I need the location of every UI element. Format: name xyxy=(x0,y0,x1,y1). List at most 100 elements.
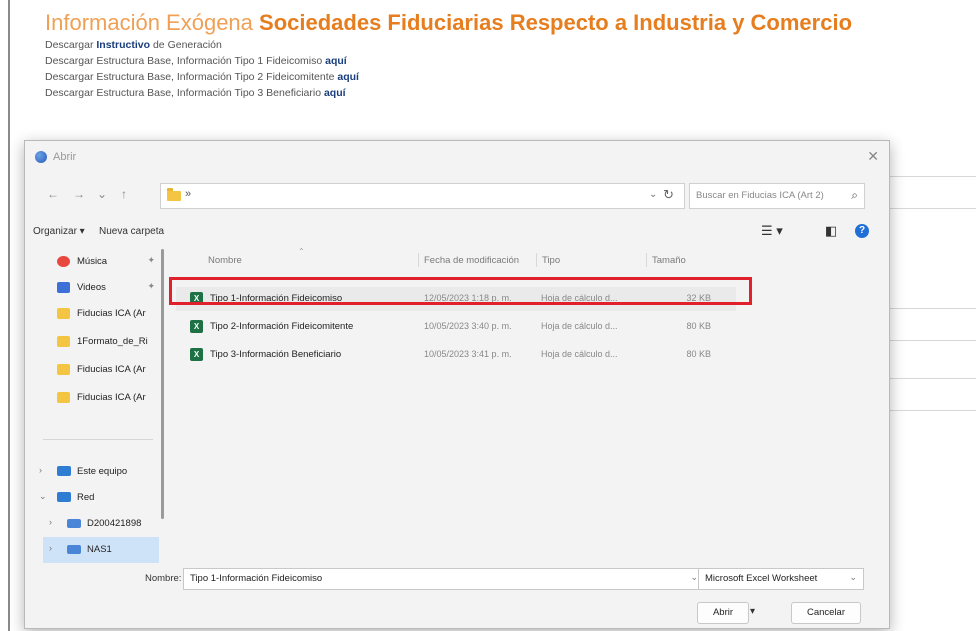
excel-file-icon: X xyxy=(190,320,203,333)
sidebar-scrollbar[interactable] xyxy=(159,249,167,559)
up-arrow-icon[interactable]: ↑ xyxy=(121,187,127,201)
sidebar-item-d200421898[interactable]: › D200421898 xyxy=(43,511,169,537)
download-text: Descargar Estructura Base, Información T… xyxy=(45,55,323,67)
network-drive-icon xyxy=(67,545,81,554)
filename-dropdown-icon[interactable]: ⌄ xyxy=(690,572,698,583)
divider xyxy=(418,253,419,267)
sidebar-item-label: Música xyxy=(77,256,108,267)
close-icon[interactable]: ✕ xyxy=(867,148,879,165)
filename-row: Nombre: Tipo 1-Información Fideicomiso ⌄… xyxy=(25,566,889,596)
download-tipo1-line: Descargar Estructura Base, Información T… xyxy=(45,54,852,68)
sidebar-item-folder[interactable]: Fiducias ICA (Ar xyxy=(33,301,159,327)
search-placeholder: Buscar en Fiducias ICA (Art 2) xyxy=(696,190,824,201)
divider xyxy=(646,253,647,267)
file-row-tipo2[interactable]: X Tipo 2-Información Fideicomitente 10/0… xyxy=(176,315,736,339)
sidebar-item-nas1[interactable]: › NAS1 xyxy=(43,537,159,563)
file-row-tipo3[interactable]: X Tipo 3-Información Beneficiario 10/05/… xyxy=(176,343,736,367)
sidebar-item-folder[interactable]: Fiducias ICA (Ar xyxy=(33,357,159,383)
file-date: 10/05/2023 3:41 p. m. xyxy=(424,349,512,359)
download-tipo1-link[interactable]: aquí xyxy=(325,55,347,67)
button-row: Abrir ▾ Cancelar xyxy=(25,596,889,624)
divider xyxy=(880,308,976,309)
browser-app-icon xyxy=(35,151,47,163)
divider xyxy=(880,378,976,379)
file-date: 10/05/2023 3:40 p. m. xyxy=(424,321,512,331)
sidebar-item-folder[interactable]: 1Formato_de_Ri xyxy=(33,329,159,355)
file-type: Hoja de cálculo d... xyxy=(541,349,618,359)
dialog-titlebar[interactable]: Abrir ✕ xyxy=(25,141,889,175)
music-icon xyxy=(57,256,70,267)
preview-pane-icon[interactable]: ◧ xyxy=(825,223,837,239)
sidebar-item-este-equipo[interactable]: › Este equipo xyxy=(33,459,159,485)
divider xyxy=(536,253,537,267)
search-icon: ⌕ xyxy=(851,188,858,202)
download-text: de Generación xyxy=(152,39,222,51)
page-title-bold: Sociedades Fiduciarias Respecto a Indust… xyxy=(259,10,853,35)
sidebar-item-red[interactable]: ⌄ Red xyxy=(33,485,159,511)
view-options-icon[interactable]: ☰ ▾ xyxy=(761,223,783,239)
page-left-border xyxy=(8,0,10,631)
breadcrumb-overflow-icon[interactable]: » xyxy=(185,188,191,200)
sidebar-item-label: Fiducias ICA (Ar xyxy=(77,364,146,375)
divider xyxy=(880,340,976,341)
filename-label: Nombre: xyxy=(145,573,182,584)
download-text: Descargar Estructura Base, Información T… xyxy=(45,71,335,83)
filename-value: Tipo 1-Información Fideicomiso xyxy=(190,573,323,584)
folder-icon xyxy=(57,308,70,319)
expand-chevron-icon[interactable]: › xyxy=(49,543,52,553)
download-text: Descargar xyxy=(45,39,94,51)
download-tipo3-link[interactable]: aquí xyxy=(324,87,346,99)
sidebar-item-folder[interactable]: Fiducias ICA (Ar xyxy=(33,385,159,411)
navigation-bar: ← → ⌄ ↑ » ⌄ ↻ Buscar en Fiducias ICA (Ar… xyxy=(25,181,889,211)
column-header-type[interactable]: Tipo xyxy=(542,255,560,266)
search-input[interactable]: Buscar en Fiducias ICA (Art 2) ⌕ xyxy=(689,183,865,209)
refresh-icon[interactable]: ↻ xyxy=(663,187,674,203)
back-arrow-icon[interactable]: ← xyxy=(47,187,59,201)
forward-arrow-icon[interactable]: → xyxy=(73,187,85,201)
file-name: Tipo 3-Información Beneficiario xyxy=(210,349,342,360)
recent-locations-chevron-icon[interactable]: ⌄ xyxy=(97,187,107,201)
expand-chevron-icon[interactable]: › xyxy=(39,465,42,475)
computer-icon xyxy=(57,466,71,476)
address-bar[interactable]: » ⌄ ↻ xyxy=(160,183,685,209)
expand-chevron-icon[interactable]: › xyxy=(49,517,52,527)
collapse-chevron-icon[interactable]: ⌄ xyxy=(39,491,47,502)
divider xyxy=(880,410,976,411)
file-size: 80 KB xyxy=(686,321,711,331)
file-type: Hoja de cálculo d... xyxy=(541,321,618,331)
sort-up-icon: ⌃ xyxy=(298,247,305,256)
divider xyxy=(43,439,153,440)
sidebar-item-label: Videos xyxy=(77,282,106,293)
excel-file-icon: X xyxy=(190,348,203,361)
column-header-name[interactable]: Nombre xyxy=(208,255,242,266)
download-tipo2-link[interactable]: aquí xyxy=(337,71,359,83)
open-split-dropdown-icon[interactable]: ▾ xyxy=(750,602,758,622)
red-highlight-box xyxy=(169,277,752,305)
filetype-select[interactable]: Microsoft Excel Worksheet ⌄ xyxy=(698,568,864,590)
video-icon xyxy=(57,282,70,293)
folder-icon xyxy=(167,188,181,201)
folder-icon xyxy=(57,336,70,347)
column-header-date[interactable]: Fecha de modificación xyxy=(424,255,519,266)
filename-input[interactable]: Tipo 1-Información Fideicomiso ⌄ xyxy=(183,568,705,590)
help-icon[interactable]: ? xyxy=(855,224,869,238)
new-folder-button[interactable]: Nueva carpeta xyxy=(99,226,164,237)
column-header-size[interactable]: Tamaño xyxy=(652,255,686,266)
sidebar-item-label: Red xyxy=(77,492,95,503)
download-instructivo-line: Descargar Instructivo de Generación xyxy=(45,38,852,52)
open-button[interactable]: Abrir xyxy=(697,602,749,624)
sidebar-item-musica[interactable]: Música ✦ xyxy=(33,249,159,275)
download-instructivo-link[interactable]: Instructivo xyxy=(96,39,150,51)
sidebar-item-videos[interactable]: Videos ✦ xyxy=(33,275,159,301)
network-icon xyxy=(57,492,71,502)
filetype-dropdown-icon: ⌄ xyxy=(849,572,857,582)
address-dropdown-icon[interactable]: ⌄ xyxy=(649,189,657,200)
command-bar: Organizar ▾ Nueva carpeta ☰ ▾ ◧ ? xyxy=(25,221,889,245)
organize-menu-button[interactable]: Organizar ▾ xyxy=(33,226,85,237)
folder-icon xyxy=(57,392,70,403)
filetype-value: Microsoft Excel Worksheet xyxy=(705,573,818,584)
scrollbar-thumb[interactable] xyxy=(161,249,164,519)
cancel-button[interactable]: Cancelar xyxy=(791,602,861,624)
download-text: Descargar Estructura Base, Información T… xyxy=(45,87,322,99)
download-tipo3-line: Descargar Estructura Base, Información T… xyxy=(45,86,852,100)
